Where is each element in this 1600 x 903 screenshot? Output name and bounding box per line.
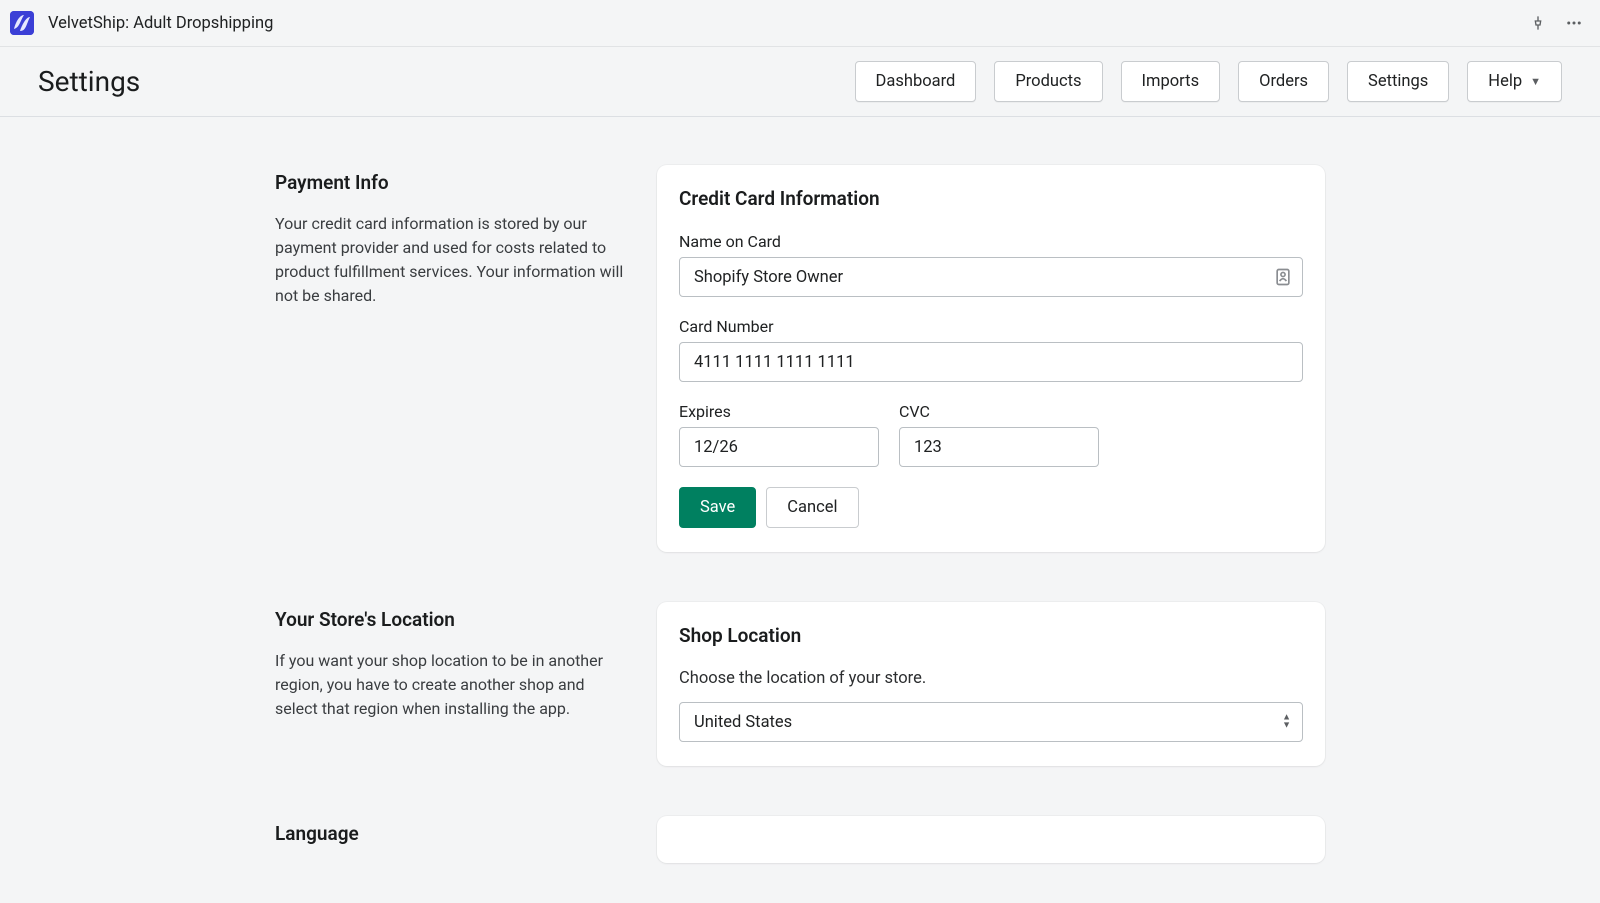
scroll-area[interactable]: Payment Info Your credit card informatio…: [0, 117, 1600, 903]
card-number-label: Card Number: [679, 317, 1303, 336]
nav-settings[interactable]: Settings: [1347, 61, 1449, 102]
section-location: Your Store's Location If you want your s…: [275, 602, 1325, 766]
nav-dashboard[interactable]: Dashboard: [855, 61, 977, 102]
page-title: Settings: [38, 65, 140, 98]
nav-help[interactable]: Help ▼: [1467, 61, 1562, 102]
language-side-title: Language: [275, 822, 625, 845]
payment-card-title: Credit Card Information: [679, 187, 1303, 210]
payment-card: Credit Card Information Name on Card Car…: [657, 165, 1325, 552]
app-title: VelvetShip: Adult Dropshipping: [48, 14, 273, 33]
cvc-label: CVC: [899, 402, 1099, 421]
cvc-input[interactable]: [899, 427, 1099, 467]
more-icon[interactable]: [1560, 9, 1588, 37]
nav-help-label: Help: [1488, 72, 1522, 91]
app-logo-icon: [10, 11, 34, 35]
nav-products[interactable]: Products: [994, 61, 1102, 102]
location-side-title: Your Store's Location: [275, 608, 625, 631]
cancel-button[interactable]: Cancel: [766, 487, 858, 528]
location-card-title: Shop Location: [679, 624, 1303, 647]
card-number-input[interactable]: [679, 342, 1303, 382]
payment-side-desc: Your credit card information is stored b…: [275, 212, 625, 308]
section-payment: Payment Info Your credit card informatio…: [275, 165, 1325, 552]
location-card: Shop Location Choose the location of you…: [657, 602, 1325, 766]
autofill-icon[interactable]: [1273, 267, 1293, 287]
language-card: [657, 816, 1325, 863]
location-card-desc: Choose the location of your store.: [679, 669, 1303, 688]
location-select[interactable]: United States: [679, 702, 1303, 742]
nav-imports[interactable]: Imports: [1121, 61, 1221, 102]
expires-input[interactable]: [679, 427, 879, 467]
name-on-card-label: Name on Card: [679, 232, 1303, 251]
section-language: Language: [275, 816, 1325, 863]
expires-label: Expires: [679, 402, 879, 421]
nav-orders[interactable]: Orders: [1238, 61, 1329, 102]
save-button[interactable]: Save: [679, 487, 756, 528]
payment-side-title: Payment Info: [275, 171, 625, 194]
page-header: Settings Dashboard Products Imports Orde…: [0, 47, 1600, 117]
location-side-desc: If you want your shop location to be in …: [275, 649, 625, 721]
pin-icon[interactable]: [1524, 9, 1552, 37]
name-on-card-input[interactable]: [679, 257, 1303, 297]
chevron-down-icon: ▼: [1530, 75, 1541, 88]
app-bar: VelvetShip: Adult Dropshipping: [0, 0, 1600, 47]
